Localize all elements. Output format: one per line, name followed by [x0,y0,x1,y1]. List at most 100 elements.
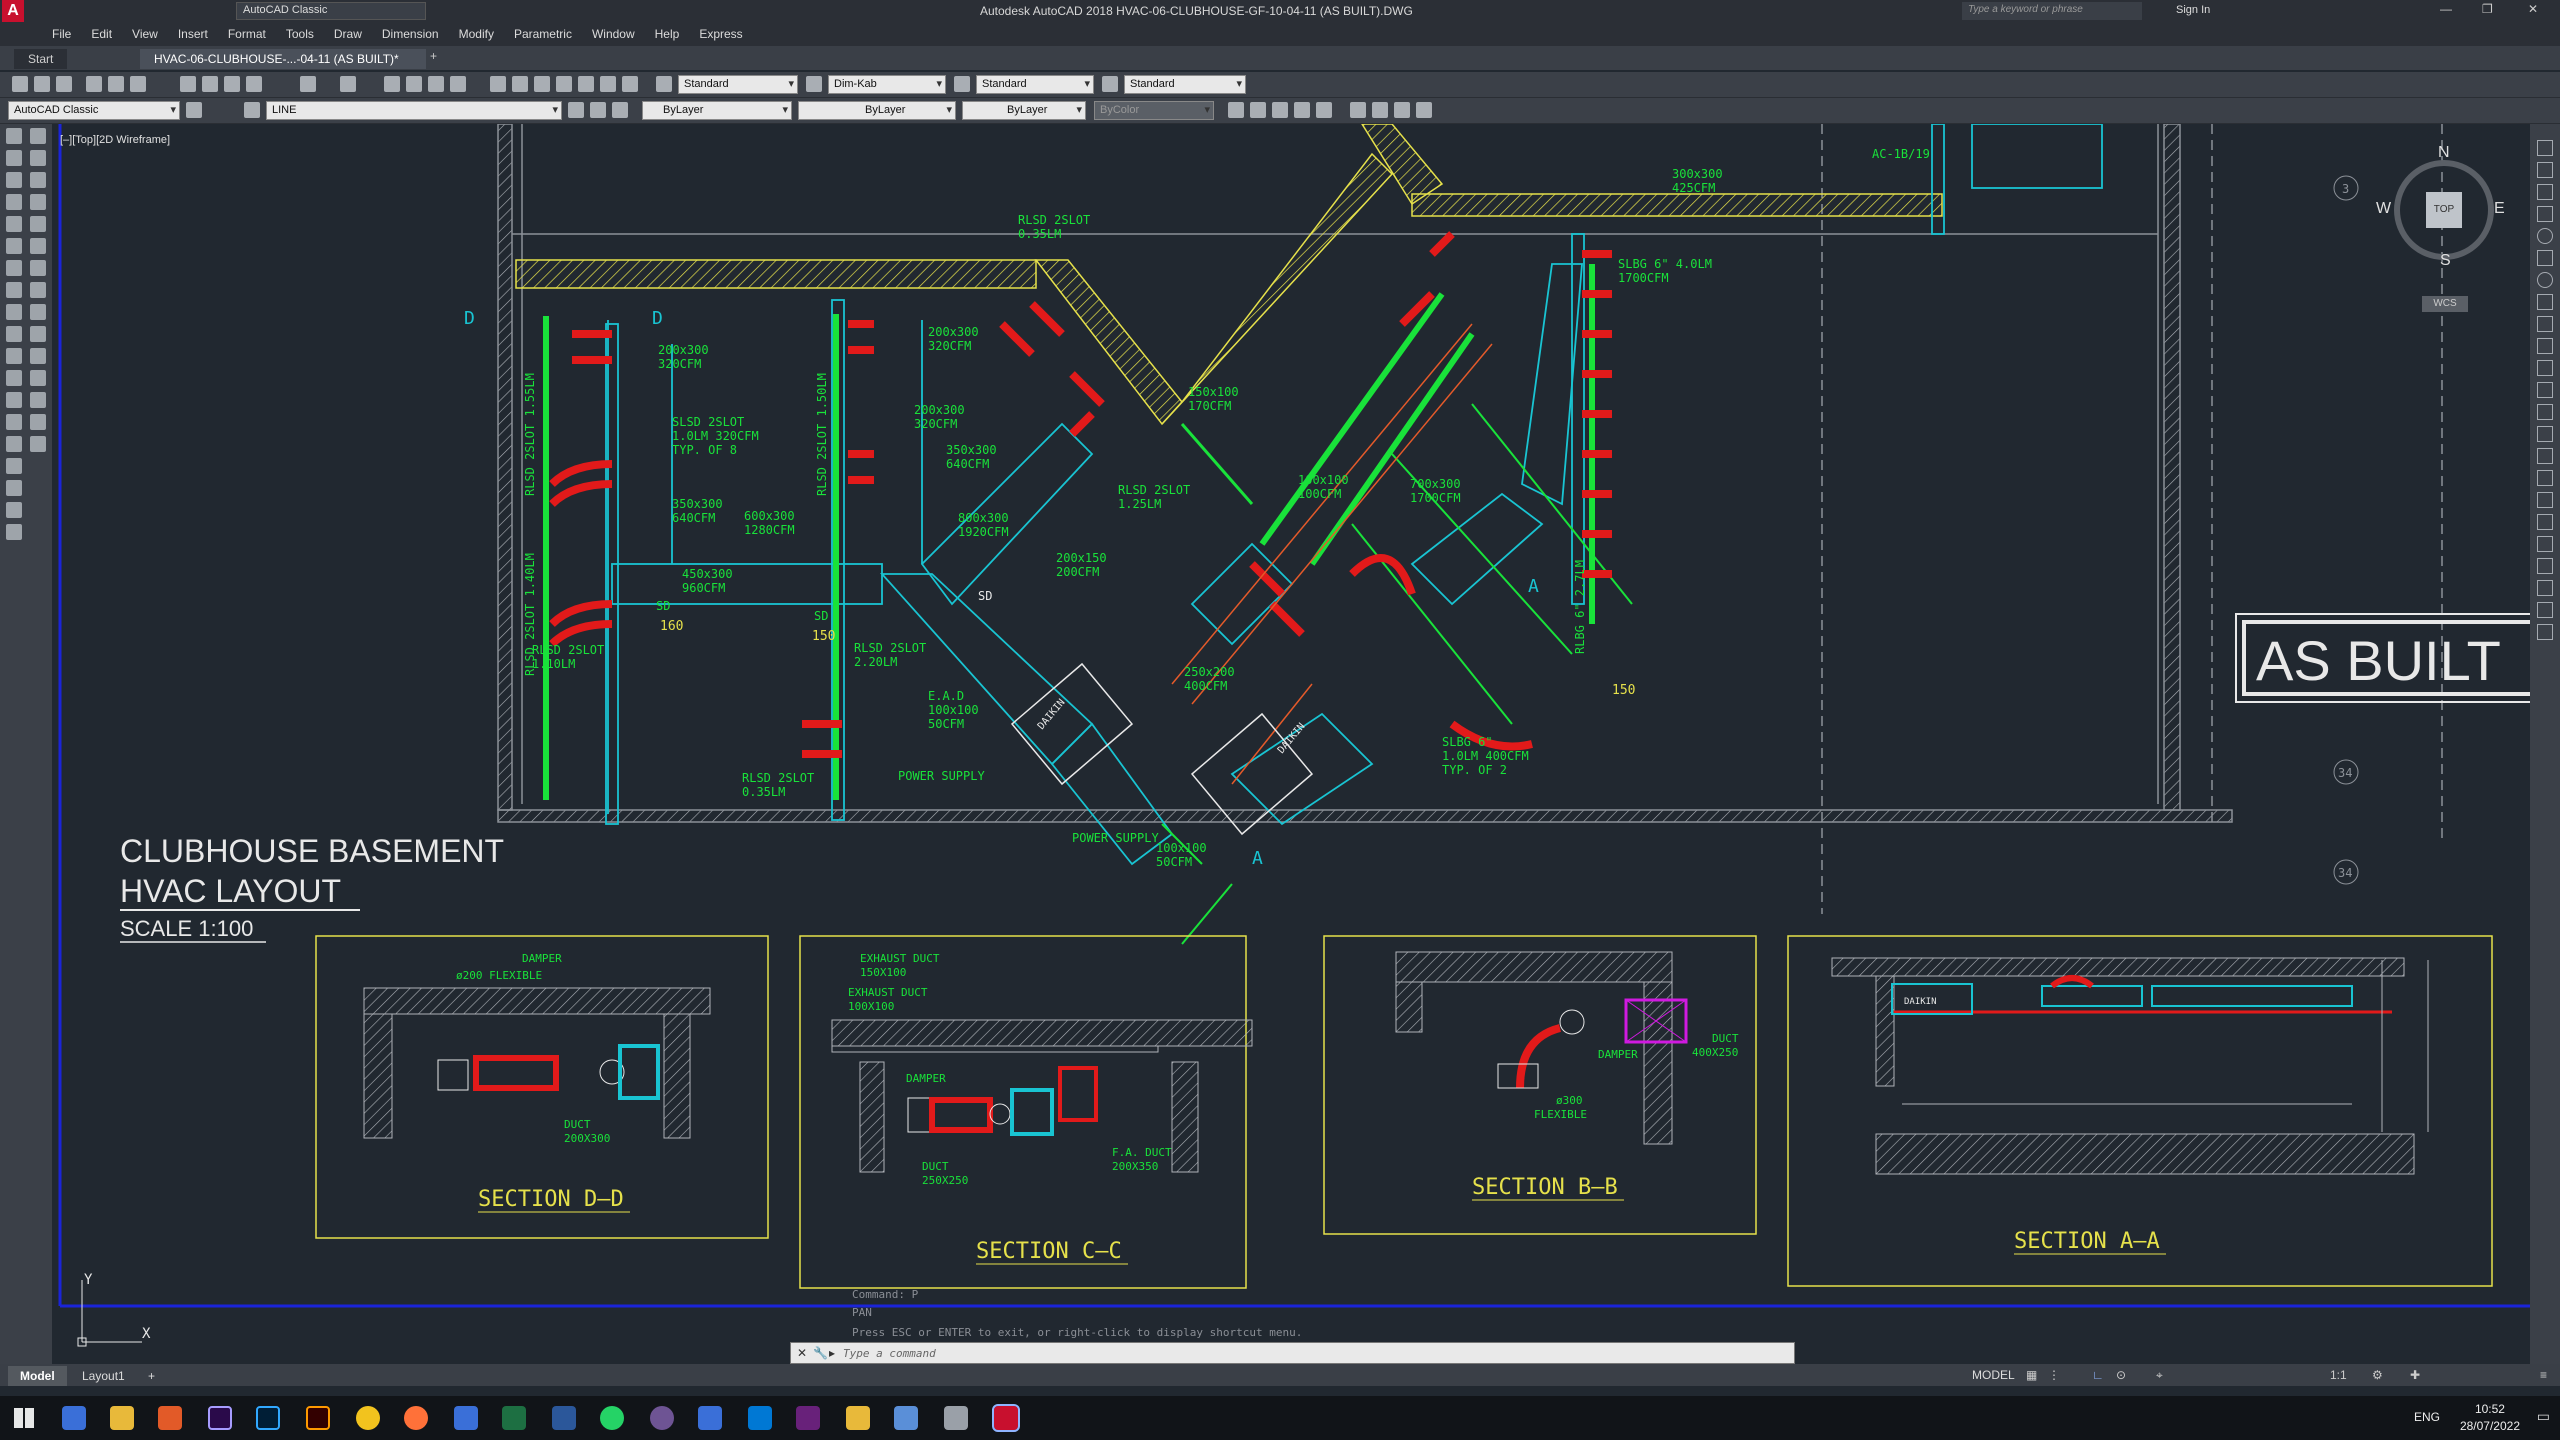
tab-start[interactable]: Start [14,49,68,69]
dim-break-icon[interactable] [2537,404,2553,420]
trim-icon[interactable] [30,304,46,320]
tab-drawing[interactable]: HVAC-06-CLUBHOUSE-...-04-11 (AS BUILT)* [140,49,426,69]
extend-icon[interactable] [30,326,46,342]
chamfer-icon[interactable] [30,392,46,408]
menu-file[interactable]: File [42,22,81,46]
hatch-icon[interactable] [6,414,22,430]
menu-icon[interactable]: ≡ [2540,1368,2547,1382]
inspection-icon[interactable] [2537,470,2553,486]
layer-select[interactable]: LINE [266,101,562,120]
open-icon[interactable] [34,76,50,92]
line-icon[interactable] [6,128,22,144]
drawing-canvas[interactable]: RLSD 2SLOT 0.35LM 200x300 320CFM 200x300… [52,124,2530,1364]
tool-palettes-icon[interactable] [534,76,550,92]
text-style-icon[interactable] [656,76,672,92]
recent-commands-icon[interactable]: ▸ [829,1346,835,1360]
publish-icon[interactable] [130,76,146,92]
dim-edit-icon[interactable] [2537,514,2553,530]
xline-icon[interactable] [6,150,22,166]
viewport-controls[interactable]: [–][Top][2D Wireframe] [60,134,170,146]
leaders-front-icon[interactable] [1394,102,1410,118]
copy-icon[interactable] [202,76,218,92]
new-tab-icon[interactable]: + [430,49,437,63]
copy-object-icon[interactable] [30,150,46,166]
jogged-linear-icon[interactable] [2537,492,2553,508]
make-current-icon[interactable] [568,102,584,118]
properties-icon[interactable] [490,76,506,92]
git-icon[interactable] [698,1406,722,1430]
matchprop-icon[interactable] [246,76,262,92]
excel-icon[interactable] [502,1406,526,1430]
revcloud-icon[interactable] [6,282,22,298]
color-select[interactable]: ByLayer [642,101,792,120]
rotate-icon[interactable] [30,238,46,254]
dim-text-edit-icon[interactable] [2537,536,2553,552]
add-selected-icon[interactable] [6,524,22,540]
linetype-select[interactable]: ByLayer [798,101,956,120]
stretch-icon[interactable] [30,282,46,298]
system-clock[interactable]: 10:52 28/07/2022 [2460,1401,2520,1435]
table-style-select[interactable]: Standard [976,75,1094,94]
autocad-logo-icon[interactable]: A [2,0,24,22]
dim-override-icon[interactable] [2537,602,2553,618]
workspace-select[interactable]: AutoCAD Classic [8,101,180,120]
quick-dim-icon[interactable] [2537,316,2553,332]
premiere-icon[interactable] [208,1406,232,1430]
menu-view[interactable]: View [122,22,168,46]
workspace-settings-icon[interactable] [186,102,202,118]
new-icon[interactable] [12,76,28,92]
menu-modify[interactable]: Modify [449,22,504,46]
plotstyle-select[interactable]: ByColor [1094,101,1214,120]
dim-continue-icon[interactable] [2537,360,2553,376]
firefox-icon[interactable] [404,1406,428,1430]
save-icon[interactable] [56,76,72,92]
dim-reassoc-icon[interactable] [2537,624,2553,640]
layer-state-icon[interactable] [612,102,628,118]
compass-e[interactable]: E [2494,200,2505,218]
send-back-icon[interactable] [1272,102,1288,118]
dim-jogged-icon[interactable] [2537,250,2553,266]
bring-front-icon[interactable] [1250,102,1266,118]
compass-n[interactable]: N [2438,144,2450,162]
notification-icon[interactable]: ▭ [2537,1408,2550,1425]
region-icon[interactable] [6,458,22,474]
cut-icon[interactable] [180,76,196,92]
print-icon[interactable] [86,76,102,92]
dim-style-icon[interactable] [806,76,822,92]
menu-draw[interactable]: Draw [324,22,372,46]
array-icon[interactable] [30,216,46,232]
join-icon[interactable] [30,370,46,386]
insert-block-icon[interactable] [6,348,22,364]
close-icon[interactable]: ✕ [797,1346,807,1360]
wcs-menu[interactable]: WCS [2422,296,2468,312]
ellipse-icon[interactable] [6,326,22,342]
help-search-input[interactable]: Type a keyword or phrase [1962,2,2142,20]
dim-radius-icon[interactable] [2537,228,2553,244]
remote-desktop-icon[interactable] [894,1406,918,1430]
menu-help[interactable]: Help [645,22,690,46]
dim-arc-icon[interactable] [2537,184,2553,200]
dim-linear-icon[interactable] [2537,140,2553,156]
gradient-icon[interactable] [6,436,22,452]
spline-icon[interactable] [6,304,22,320]
chrome-icon[interactable] [356,1406,380,1430]
scale-icon[interactable] [30,260,46,276]
mirror-icon[interactable] [30,172,46,188]
maximize-button[interactable]: ❐ [2482,2,2493,16]
snap-icon[interactable]: ⋮ [2048,1368,2060,1382]
menu-window[interactable]: Window [582,22,645,46]
input-language[interactable]: ENG [2414,1410,2440,1424]
visual-studio-icon[interactable] [796,1406,820,1430]
settings-app-icon[interactable] [944,1406,968,1430]
windows-start-icon[interactable] [14,1408,34,1428]
rectangle-icon[interactable] [6,216,22,232]
zoom-realtime-icon[interactable] [406,76,422,92]
polyline-icon[interactable] [6,172,22,188]
illustrator-icon[interactable] [306,1406,330,1430]
make-block-icon[interactable] [6,370,22,386]
viewcube-top-face[interactable]: TOP [2426,192,2462,228]
tab-model[interactable]: Model [8,1366,67,1386]
bring-above-icon[interactable] [1294,102,1310,118]
fillet-icon[interactable] [30,414,46,430]
circle-icon[interactable] [6,260,22,276]
